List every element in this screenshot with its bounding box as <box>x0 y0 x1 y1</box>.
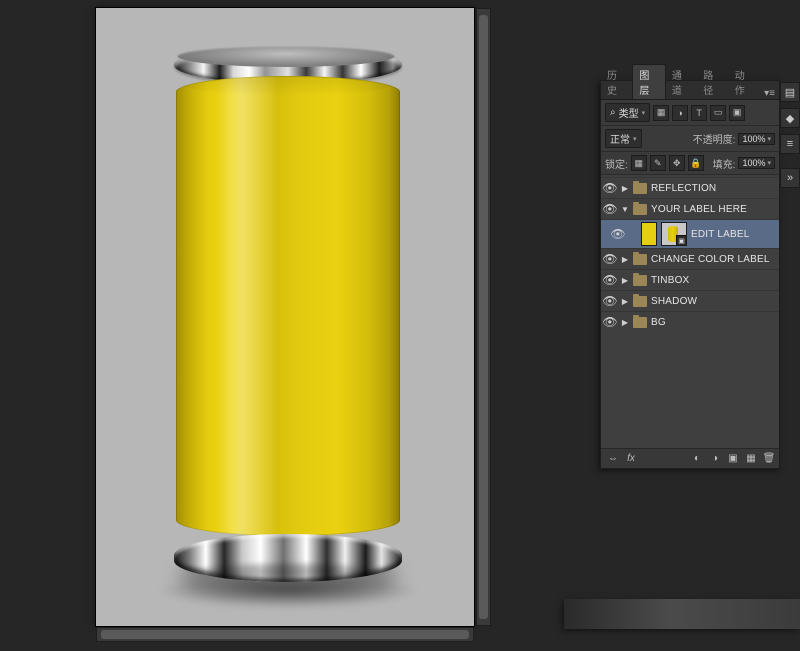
lock-fill-row: 锁定: ▦ ✎ ✥ 🔒 填充: 100% ▾ <box>601 152 779 175</box>
color-swatch-yellow <box>641 222 657 246</box>
folder-icon <box>633 296 647 307</box>
scrollbar-thumb[interactable] <box>101 630 469 639</box>
folder-icon <box>633 275 647 286</box>
disclosure-down-icon[interactable]: ▼ <box>621 205 629 213</box>
layer-thumbnail[interactable]: ▣ <box>661 222 687 246</box>
disclosure-right-icon[interactable]: ▶ <box>621 276 629 284</box>
new-adjust-icon[interactable]: ◑ <box>709 452 721 464</box>
filter-text-icon[interactable]: T <box>691 105 707 121</box>
lock-label: 锁定: <box>605 156 628 171</box>
funnel-icon: ⌕ <box>610 107 616 118</box>
tab-channels[interactable]: 通道 <box>666 65 697 99</box>
chevron-down-icon: ▾ <box>642 109 646 117</box>
scrollbar-horizontal[interactable] <box>96 627 474 642</box>
layer-name: YOUR LABEL HERE <box>651 204 747 215</box>
blend-opacity-row: 正常 ▾ 不透明度: 100% ▾ <box>601 126 779 152</box>
blend-mode-select[interactable]: 正常 ▾ <box>605 129 642 148</box>
delete-layer-icon[interactable]: 🗑 <box>763 452 775 464</box>
layer-fx-icon[interactable]: fx <box>625 452 637 464</box>
layer-name: BG <box>651 317 666 328</box>
lock-paint-icon[interactable]: ✎ <box>650 155 666 171</box>
add-mask-icon[interactable]: ◐ <box>691 452 703 464</box>
layers-panel-footer: ⇔ fx ◐ ◑ ▣ ▦ 🗑 <box>601 448 779 468</box>
layer-shadow[interactable]: 👁 ▶ SHADOW <box>601 290 779 311</box>
tab-paths[interactable]: 路径 <box>697 65 728 99</box>
layer-filter-row: ⌕ 类型 ▾ ▦ ◑ T ▭ ▣ <box>601 100 779 126</box>
swatches-panel-icon[interactable]: ◆ <box>780 108 800 128</box>
folder-icon <box>633 204 647 215</box>
blend-mode-value: 正常 <box>610 131 630 146</box>
new-group-icon[interactable]: ▣ <box>727 452 739 464</box>
layer-name: SHADOW <box>651 296 697 307</box>
tab-actions[interactable]: 动作 <box>729 65 760 99</box>
scrollbar-thumb[interactable] <box>479 15 488 619</box>
document-canvas[interactable] <box>96 8 474 626</box>
panel-dock: 历史 图层 通道 路径 动作 ▾≡ ⌕ 类型 ▾ ▦ ◑ T ▭ ▣ 正常 ▾ <box>600 80 800 469</box>
visibility-icon[interactable]: 👁 <box>603 294 617 308</box>
layer-bg[interactable]: 👁 ▶ BG <box>601 311 779 332</box>
disclosure-right-icon[interactable]: ▶ <box>621 318 629 326</box>
panel-menu-icon[interactable]: ▾≡ <box>760 88 779 99</box>
paragraph-panel-icon[interactable]: ≡ <box>780 134 800 154</box>
filter-pixel-icon[interactable]: ▦ <box>653 105 669 121</box>
visibility-icon[interactable]: 👁 <box>603 252 617 266</box>
folder-icon <box>633 317 647 328</box>
fill-label: 填充: <box>713 156 736 171</box>
filter-smart-icon[interactable]: ▣ <box>729 105 745 121</box>
filter-adjust-icon[interactable]: ◑ <box>672 105 688 121</box>
layer-name: CHANGE COLOR LABEL <box>651 254 770 265</box>
properties-panel-icon[interactable]: ▤ <box>780 82 800 102</box>
link-layers-icon[interactable]: ⇔ <box>607 452 619 464</box>
layer-name: EDIT LABEL <box>691 229 750 240</box>
floating-strip <box>564 599 800 629</box>
tin-can <box>176 50 400 580</box>
can-yellow-label <box>176 76 400 536</box>
layer-name: REFLECTION <box>651 183 716 194</box>
lock-trans-icon[interactable]: ▦ <box>631 155 647 171</box>
disclosure-right-icon[interactable]: ▶ <box>621 184 629 192</box>
layer-list-empty[interactable] <box>601 332 779 442</box>
collapsed-panel-strip: ▤ ◆ ≡ » <box>780 80 800 469</box>
visibility-icon[interactable]: 👁 <box>611 227 625 241</box>
filter-shape-icon[interactable]: ▭ <box>710 105 726 121</box>
layer-list: 👁 ▶ REFLECTION 👁 ▼ YOUR LABEL HERE 👁 ▣ E… <box>601 175 779 448</box>
folder-icon <box>633 183 647 194</box>
visibility-icon[interactable]: 👁 <box>603 315 617 329</box>
disclosure-right-icon[interactable]: ▶ <box>621 255 629 263</box>
panel-tabbar: 历史 图层 通道 路径 动作 ▾≡ <box>601 81 779 100</box>
layers-panel: 历史 图层 通道 路径 动作 ▾≡ ⌕ 类型 ▾ ▦ ◑ T ▭ ▣ 正常 ▾ <box>600 80 780 469</box>
can-rim-bottom <box>174 534 402 582</box>
chevron-down-icon: ▾ <box>633 135 637 143</box>
collapse-dock-icon[interactable]: » <box>780 168 800 188</box>
layer-name: TINBOX <box>651 275 689 286</box>
chevron-down-icon: ▾ <box>767 135 771 143</box>
layer-change-color-label[interactable]: 👁 ▶ CHANGE COLOR LABEL <box>601 248 779 269</box>
visibility-icon[interactable]: 👁 <box>603 181 617 195</box>
visibility-icon[interactable]: 👁 <box>603 202 617 216</box>
disclosure-right-icon[interactable]: ▶ <box>621 297 629 305</box>
opacity-label: 不透明度: <box>693 131 736 146</box>
tab-layers[interactable]: 图层 <box>632 64 665 99</box>
smart-object-icon: ▣ <box>676 235 687 246</box>
folder-icon <box>633 254 647 265</box>
scrollbar-vertical[interactable] <box>476 8 491 626</box>
new-layer-icon[interactable]: ▦ <box>745 452 757 464</box>
fill-value-text: 100% <box>742 158 765 168</box>
opacity-value[interactable]: 100% ▾ <box>738 133 775 145</box>
visibility-icon[interactable]: 👁 <box>603 273 617 287</box>
chevron-down-icon: ▾ <box>767 159 771 167</box>
can-lid <box>177 45 395 67</box>
lock-all-icon[interactable]: 🔒 <box>688 155 704 171</box>
layer-kind-select[interactable]: ⌕ 类型 ▾ <box>605 103 650 122</box>
layer-tinbox[interactable]: 👁 ▶ TINBOX <box>601 269 779 290</box>
fill-value[interactable]: 100% ▾ <box>738 157 775 169</box>
layer-your-label-here[interactable]: 👁 ▼ YOUR LABEL HERE <box>601 198 779 219</box>
opacity-value-text: 100% <box>742 134 765 144</box>
layer-reflection[interactable]: 👁 ▶ REFLECTION <box>601 177 779 198</box>
tab-history[interactable]: 历史 <box>601 65 632 99</box>
lock-move-icon[interactable]: ✥ <box>669 155 685 171</box>
layer-kind-label: 类型 <box>619 105 639 120</box>
layer-edit-label[interactable]: 👁 ▣ EDIT LABEL <box>601 219 779 248</box>
